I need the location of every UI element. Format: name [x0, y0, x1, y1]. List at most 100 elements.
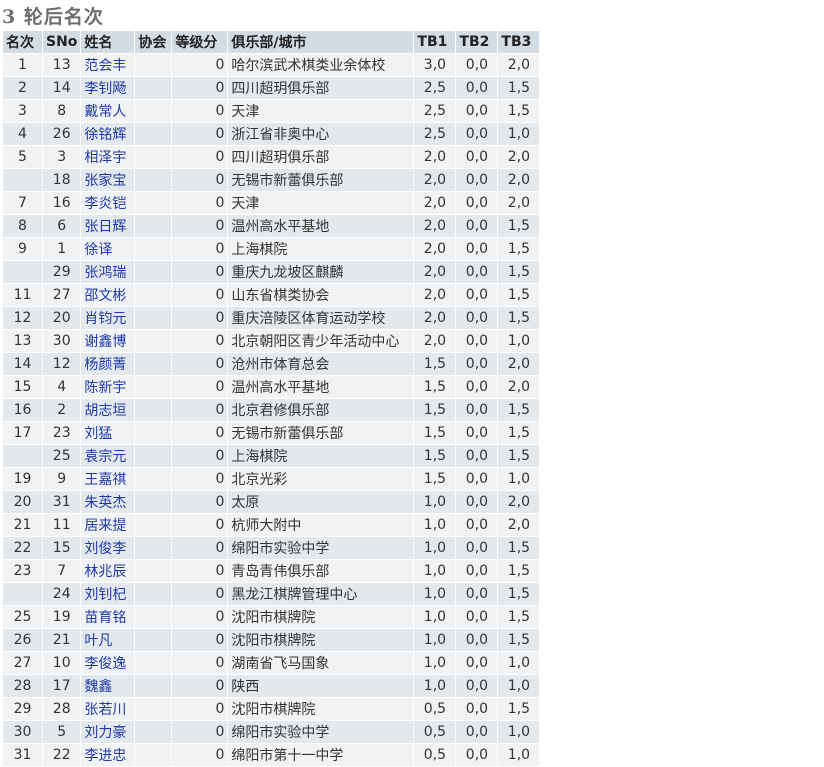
- club-cell: 北京朝阳区青少年活动中心: [227, 329, 415, 353]
- player-name-link[interactable]: 张家宝: [84, 173, 126, 189]
- name-cell: 胡志垣: [80, 398, 136, 422]
- player-name-link[interactable]: 林兆辰: [84, 564, 126, 580]
- player-name-link[interactable]: 叶凡: [84, 633, 112, 649]
- table-row: 8 6 张日辉 0 温州高水平基地 2,0 0,0 1,5: [2, 214, 541, 238]
- player-name-link[interactable]: 戴常人: [84, 104, 126, 120]
- player-name-link[interactable]: 刘力豪: [84, 725, 126, 741]
- player-name-link[interactable]: 王嘉祺: [84, 472, 126, 488]
- rating-cell: 0: [171, 398, 229, 422]
- header-sno: SNo: [41, 30, 82, 54]
- player-name-link[interactable]: 张鸿瑞: [84, 265, 126, 281]
- tb3-cell: 2,0: [497, 490, 541, 514]
- player-name-link[interactable]: 邵文彬: [84, 288, 126, 304]
- federation-cell: [134, 559, 173, 583]
- sno-cell: 27: [41, 283, 82, 307]
- tb3-cell: 1,5: [497, 260, 541, 284]
- name-cell: 刘猛: [80, 421, 136, 445]
- tb2-cell: 0,0: [455, 329, 499, 353]
- name-cell: 魏鑫: [80, 674, 136, 698]
- club-cell: 温州高水平基地: [227, 214, 415, 238]
- player-name-link[interactable]: 刘猛: [84, 426, 112, 442]
- tb1-cell: 2,0: [413, 283, 457, 307]
- rating-cell: 0: [171, 513, 229, 537]
- player-name-link[interactable]: 徐译: [84, 242, 112, 258]
- player-name-link[interactable]: 刘钊杞: [84, 587, 126, 603]
- rank-cell: 4: [2, 122, 43, 146]
- rank-cell: 21: [2, 513, 43, 537]
- player-name-link[interactable]: 李钊飏: [84, 81, 126, 97]
- player-name-link[interactable]: 李俊逸: [84, 656, 126, 672]
- player-name-link[interactable]: 肖钧元: [84, 311, 126, 327]
- player-name-link[interactable]: 胡志垣: [84, 403, 126, 419]
- tb2-cell: 0,0: [455, 214, 499, 238]
- rating-cell: 0: [171, 559, 229, 583]
- table-row: 19 9 王嘉祺 0 北京光彩 1,5 0,0 1,0: [2, 467, 541, 491]
- player-name-link[interactable]: 相泽宇: [84, 150, 126, 166]
- tb2-cell: 0,0: [455, 697, 499, 721]
- sno-cell: 18: [41, 168, 82, 192]
- rating-cell: 0: [171, 628, 229, 652]
- table-row: 29 28 张若川 0 沈阳市棋牌院 0,5 0,0 1,5: [2, 697, 541, 721]
- player-name-link[interactable]: 谢鑫博: [84, 334, 126, 350]
- rank-cell: [2, 582, 43, 606]
- rank-cell: 5: [2, 145, 43, 169]
- name-cell: 李进忠: [80, 743, 136, 767]
- tb3-cell: 2,0: [497, 375, 541, 399]
- name-cell: 林兆辰: [80, 559, 136, 583]
- player-name-link[interactable]: 杨颜菁: [84, 357, 126, 373]
- tb1-cell: 2,5: [413, 122, 457, 146]
- player-name-link[interactable]: 张若川: [84, 702, 126, 718]
- table-row: 31 22 李进忠 0 绵阳市第十一中学 0,5 0,0 1,0: [2, 743, 541, 767]
- player-name-link[interactable]: 李进忠: [84, 748, 126, 764]
- player-name-link[interactable]: 刘俊李: [84, 541, 126, 557]
- player-name-link[interactable]: 苗育铭: [84, 610, 126, 626]
- player-name-link[interactable]: 袁宗元: [84, 449, 126, 465]
- table-row: 29 张鸿瑞 0 重庆九龙坡区麒麟 2,0 0,0 1,5: [2, 260, 541, 284]
- table-row: 26 21 叶凡 0 沈阳市棋牌院 1,0 0,0 1,5: [2, 628, 541, 652]
- name-cell: 张家宝: [80, 168, 136, 192]
- player-name-link[interactable]: 居来提: [84, 518, 126, 534]
- player-name-link[interactable]: 张日辉: [84, 219, 126, 235]
- header-rank: 名次: [2, 30, 43, 54]
- rank-cell: 11: [2, 283, 43, 307]
- name-cell: 张鸿瑞: [80, 260, 136, 284]
- rank-cell: 8: [2, 214, 43, 238]
- club-cell: 绵阳市实验中学: [227, 536, 415, 560]
- table-row: 16 2 胡志垣 0 北京君修俱乐部 1,5 0,0 1,5: [2, 398, 541, 422]
- header-tb3: TB3: [497, 30, 541, 54]
- header-tb2: TB2: [455, 30, 499, 54]
- federation-cell: [134, 398, 173, 422]
- name-cell: 徐铭辉: [80, 122, 136, 146]
- tb1-cell: 2,0: [413, 145, 457, 169]
- tb3-cell: 2,0: [497, 168, 541, 192]
- rank-cell: 15: [2, 375, 43, 399]
- player-name-link[interactable]: 徐铭辉: [84, 127, 126, 143]
- tb3-cell: 1,5: [497, 76, 541, 100]
- table-row: 4 26 徐铭辉 0 浙江省非奥中心 2,5 0,0 1,0: [2, 122, 541, 146]
- name-cell: 戴常人: [80, 99, 136, 123]
- player-name-link[interactable]: 魏鑫: [84, 679, 112, 695]
- player-name-link[interactable]: 陈新宇: [84, 380, 126, 396]
- rating-cell: 0: [171, 375, 229, 399]
- club-cell: 天津: [227, 191, 415, 215]
- club-cell: 陕西: [227, 674, 415, 698]
- rank-cell: 25: [2, 605, 43, 629]
- name-cell: 苗育铭: [80, 605, 136, 629]
- tb3-cell: 1,5: [497, 582, 541, 606]
- tb2-cell: 0,0: [455, 490, 499, 514]
- player-name-link[interactable]: 朱英杰: [84, 495, 126, 511]
- tb1-cell: 2,0: [413, 168, 457, 192]
- sno-cell: 20: [41, 306, 82, 330]
- club-cell: 黑龙江棋牌管理中心: [227, 582, 415, 606]
- rank-cell: 30: [2, 720, 43, 744]
- player-name-link[interactable]: 范会丰: [84, 58, 126, 74]
- player-name-link[interactable]: 李炎铠: [84, 196, 126, 212]
- tb2-cell: 0,0: [455, 168, 499, 192]
- sno-cell: 5: [41, 720, 82, 744]
- sno-cell: 19: [41, 605, 82, 629]
- federation-cell: [134, 168, 173, 192]
- federation-cell: [134, 605, 173, 629]
- federation-cell: [134, 421, 173, 445]
- sno-cell: 6: [41, 214, 82, 238]
- federation-cell: [134, 191, 173, 215]
